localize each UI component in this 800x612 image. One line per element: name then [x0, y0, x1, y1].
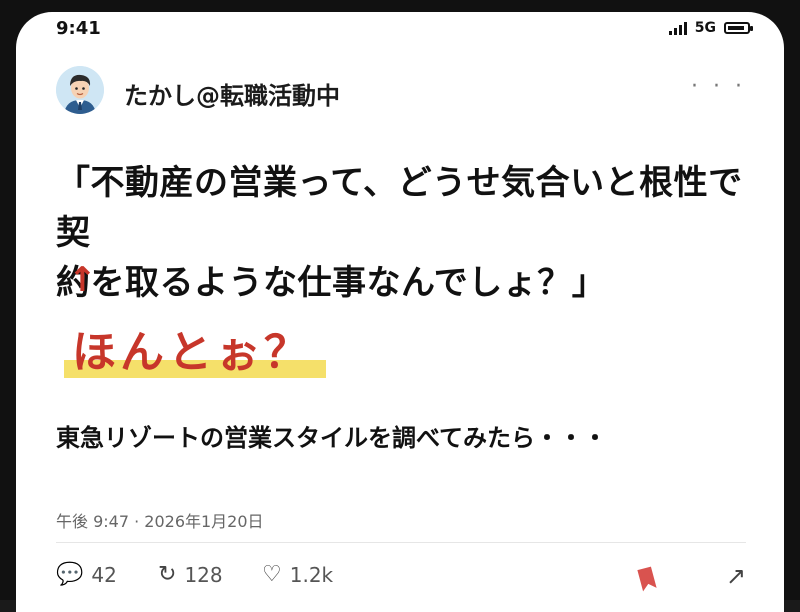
username[interactable]: たかし@転職活動中	[124, 76, 340, 111]
battery-icon	[724, 22, 753, 34]
more-options-button[interactable]: · · ·	[691, 74, 746, 99]
avatar[interactable]	[56, 66, 104, 114]
highlight-text: ほんとぉ？	[72, 327, 312, 378]
share-icon[interactable]: ↗	[726, 562, 746, 590]
reply-button[interactable]: 💬 42	[56, 562, 117, 587]
phone-frame: 9:41 5G たかし@転職活動中 · · · 「不動産の営業って、どうせ気合い…	[0, 0, 800, 612]
bookmark-icon[interactable]	[636, 566, 658, 592]
post-timestamp: 午後 9:47 · 2026年1月20日	[56, 512, 264, 531]
action-bar: 💬 42 ↻ 128 ♡ 1.2k ↗	[56, 562, 746, 598]
screen: 9:41 5G たかし@転職活動中 · · · 「不動産の営業って、どうせ気合い…	[16, 12, 784, 612]
arrow-up-icon: ↑	[68, 260, 97, 300]
signal-icon	[668, 21, 687, 35]
reply-icon: 💬	[56, 562, 84, 587]
post-header: たかし@転職活動中 · · ·	[56, 66, 746, 116]
repost-icon: ↻	[158, 562, 177, 587]
highlight-callout: ほんとぉ？	[64, 316, 326, 380]
status-indicators: 5G	[668, 20, 753, 36]
quote-line-1: 「不動産の営業って、どうせ気合いと根性で契	[56, 163, 743, 253]
post-quote: 「不動産の営業って、どうせ気合いと根性で契 約を取るような仕事なんでしょ？」	[56, 158, 756, 308]
reply-count: 42	[91, 562, 117, 587]
like-count: 1.2k	[289, 562, 334, 587]
repost-button[interactable]: ↻ 128	[158, 562, 223, 587]
post-subline: 東急リゾートの営業スタイルを調べてみたら・・・	[56, 424, 608, 452]
divider	[56, 542, 746, 543]
repost-count: 128	[184, 562, 223, 587]
status-time: 9:41	[56, 18, 101, 39]
like-icon: ♡	[262, 562, 282, 587]
status-bar: 9:41 5G	[16, 12, 784, 46]
quote-line-2: 約を取るような仕事なんでしょ？」	[56, 263, 607, 303]
like-button[interactable]: ♡ 1.2k	[262, 562, 333, 587]
network-label: 5G	[694, 20, 716, 36]
